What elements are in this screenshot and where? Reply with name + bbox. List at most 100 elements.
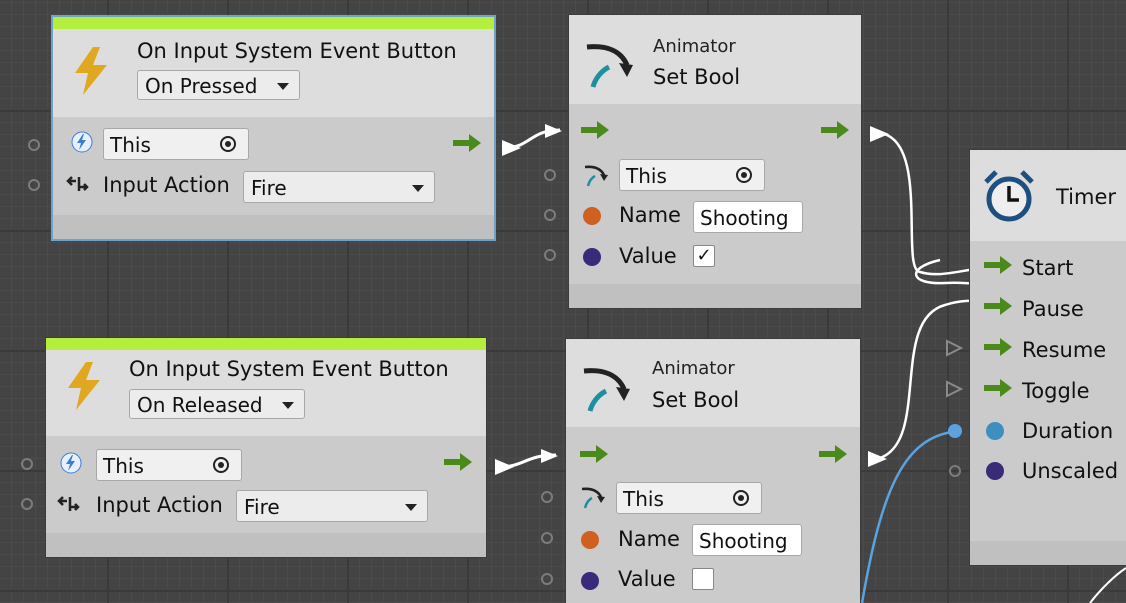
flow-input-arrow-icon[interactable] [984, 337, 1014, 357]
flow-output-arrow-icon[interactable] [453, 133, 483, 153]
header-accent-bar [53, 17, 494, 29]
target-picker-icon[interactable] [736, 167, 752, 183]
target-field[interactable]: This [616, 482, 762, 514]
name-label: Name [618, 527, 680, 551]
value-checkbox[interactable]: ✓ [693, 245, 715, 267]
event-mode-dropdown[interactable]: On Released [129, 389, 305, 419]
event-mode-value: On Released [137, 393, 263, 417]
name-value: Shooting [699, 529, 788, 553]
port-pause-label: Pause [1022, 297, 1084, 321]
value-checkbox[interactable] [692, 568, 714, 590]
input-action-icon [57, 496, 80, 511]
input-action-value: Fire [251, 176, 287, 200]
node-set-bool-top[interactable]: Animator Set Bool This Name Shooting Val… [569, 15, 861, 308]
node-category: Animator [653, 36, 736, 57]
target-field[interactable]: This [103, 128, 249, 160]
port-resume-label: Resume [1022, 338, 1107, 362]
input-port[interactable] [544, 209, 556, 221]
value-port-dot [583, 248, 601, 266]
port-toggle-label: Toggle [1022, 379, 1090, 403]
lightning-bolt-icon [75, 47, 107, 95]
chevron-down-icon [282, 402, 294, 409]
alarm-clock-icon [984, 170, 1034, 222]
flow-input-arrow-icon[interactable] [984, 296, 1014, 316]
flow-out-port-icon[interactable] [494, 457, 516, 477]
target-value: This [110, 133, 151, 157]
node-title: Set Bool [652, 388, 740, 412]
input-action-value: Fire [244, 495, 280, 519]
flow-in-port-icon[interactable] [544, 122, 564, 140]
node-event-released[interactable]: On Input System Event Button On Released… [46, 338, 486, 557]
unscaled-port-dot [986, 462, 1004, 480]
input-action-icon [66, 176, 89, 191]
input-action-dropdown[interactable]: Fire [243, 171, 435, 203]
node-event-pressed[interactable]: On Input System Event Button On Pressed … [53, 17, 494, 239]
target-picker-icon[interactable] [733, 490, 749, 506]
flow-in-port-icon[interactable] [945, 380, 963, 398]
flow-input-arrow-icon[interactable] [984, 255, 1014, 275]
flow-out-port-icon[interactable] [867, 449, 889, 469]
duration-port-dot [986, 422, 1004, 440]
event-target-icon [60, 452, 82, 474]
value-label: Value [618, 567, 676, 591]
node-title: Timer [1056, 185, 1117, 209]
timer-exit-edge [1089, 567, 1126, 603]
flow-input-arrow-icon[interactable] [984, 378, 1014, 398]
name-input[interactable]: Shooting [692, 524, 802, 556]
input-port[interactable] [541, 573, 553, 585]
node-timer[interactable]: Timer Start Pause Resume Toggle Duration… [970, 150, 1126, 565]
input-port[interactable] [541, 532, 553, 544]
event-target-icon [71, 131, 93, 153]
target-value: This [623, 487, 664, 511]
flow-out-port-icon[interactable] [869, 124, 891, 144]
animator-icon [586, 44, 633, 88]
flow-input-arrow-icon[interactable] [580, 444, 610, 464]
target-picker-icon[interactable] [213, 457, 229, 473]
input-port[interactable] [28, 139, 40, 151]
animator-small-icon [581, 487, 605, 509]
chevron-down-icon [405, 504, 417, 511]
node-title: Set Bool [653, 65, 741, 89]
input-port[interactable] [28, 179, 40, 191]
port-unscaled-label: Unscaled [1022, 459, 1119, 483]
target-picker-icon[interactable] [220, 136, 236, 152]
input-action-dropdown[interactable]: Fire [236, 490, 428, 522]
chevron-down-icon [277, 83, 289, 90]
input-action-label: Input Action [103, 173, 230, 197]
target-value: This [103, 454, 144, 478]
name-port-dot [583, 207, 601, 225]
event-mode-dropdown[interactable]: On Pressed [137, 70, 300, 100]
node-title: On Input System Event Button [137, 39, 457, 63]
flow-in-port-icon[interactable] [540, 447, 560, 465]
node-title: On Input System Event Button [129, 357, 449, 381]
input-port[interactable] [544, 169, 556, 181]
node-category: Animator [652, 358, 735, 379]
node-set-bool-bottom[interactable]: Animator Set Bool This Name Shooting Val… [566, 339, 860, 603]
flow-output-arrow-icon[interactable] [444, 452, 474, 472]
input-port[interactable] [21, 458, 33, 470]
input-port[interactable] [541, 491, 553, 503]
target-value: This [626, 164, 667, 188]
name-input[interactable]: Shooting [693, 201, 803, 233]
port-start-label: Start [1022, 256, 1074, 280]
duration-edge-end-dot [948, 424, 962, 438]
chevron-down-icon [412, 185, 424, 192]
name-port-dot [581, 531, 599, 549]
animator-icon [583, 368, 630, 412]
port-duration-label: Duration [1022, 419, 1114, 443]
flow-in-port-icon[interactable] [945, 339, 963, 357]
flow-out-port-icon[interactable] [501, 138, 523, 158]
lightning-bolt-icon [68, 362, 100, 410]
flow-input-arrow-icon[interactable] [581, 120, 611, 140]
flow-output-arrow-icon[interactable] [821, 120, 851, 140]
flow-output-arrow-icon[interactable] [819, 444, 849, 464]
value-port-dot [581, 572, 599, 590]
input-port[interactable] [544, 249, 556, 261]
target-field[interactable]: This [96, 449, 242, 481]
name-value: Shooting [700, 206, 789, 230]
input-port[interactable] [21, 498, 33, 510]
target-field[interactable]: This [619, 159, 765, 191]
input-action-label: Input Action [96, 493, 223, 517]
name-label: Name [619, 203, 681, 227]
input-port[interactable] [949, 465, 961, 477]
